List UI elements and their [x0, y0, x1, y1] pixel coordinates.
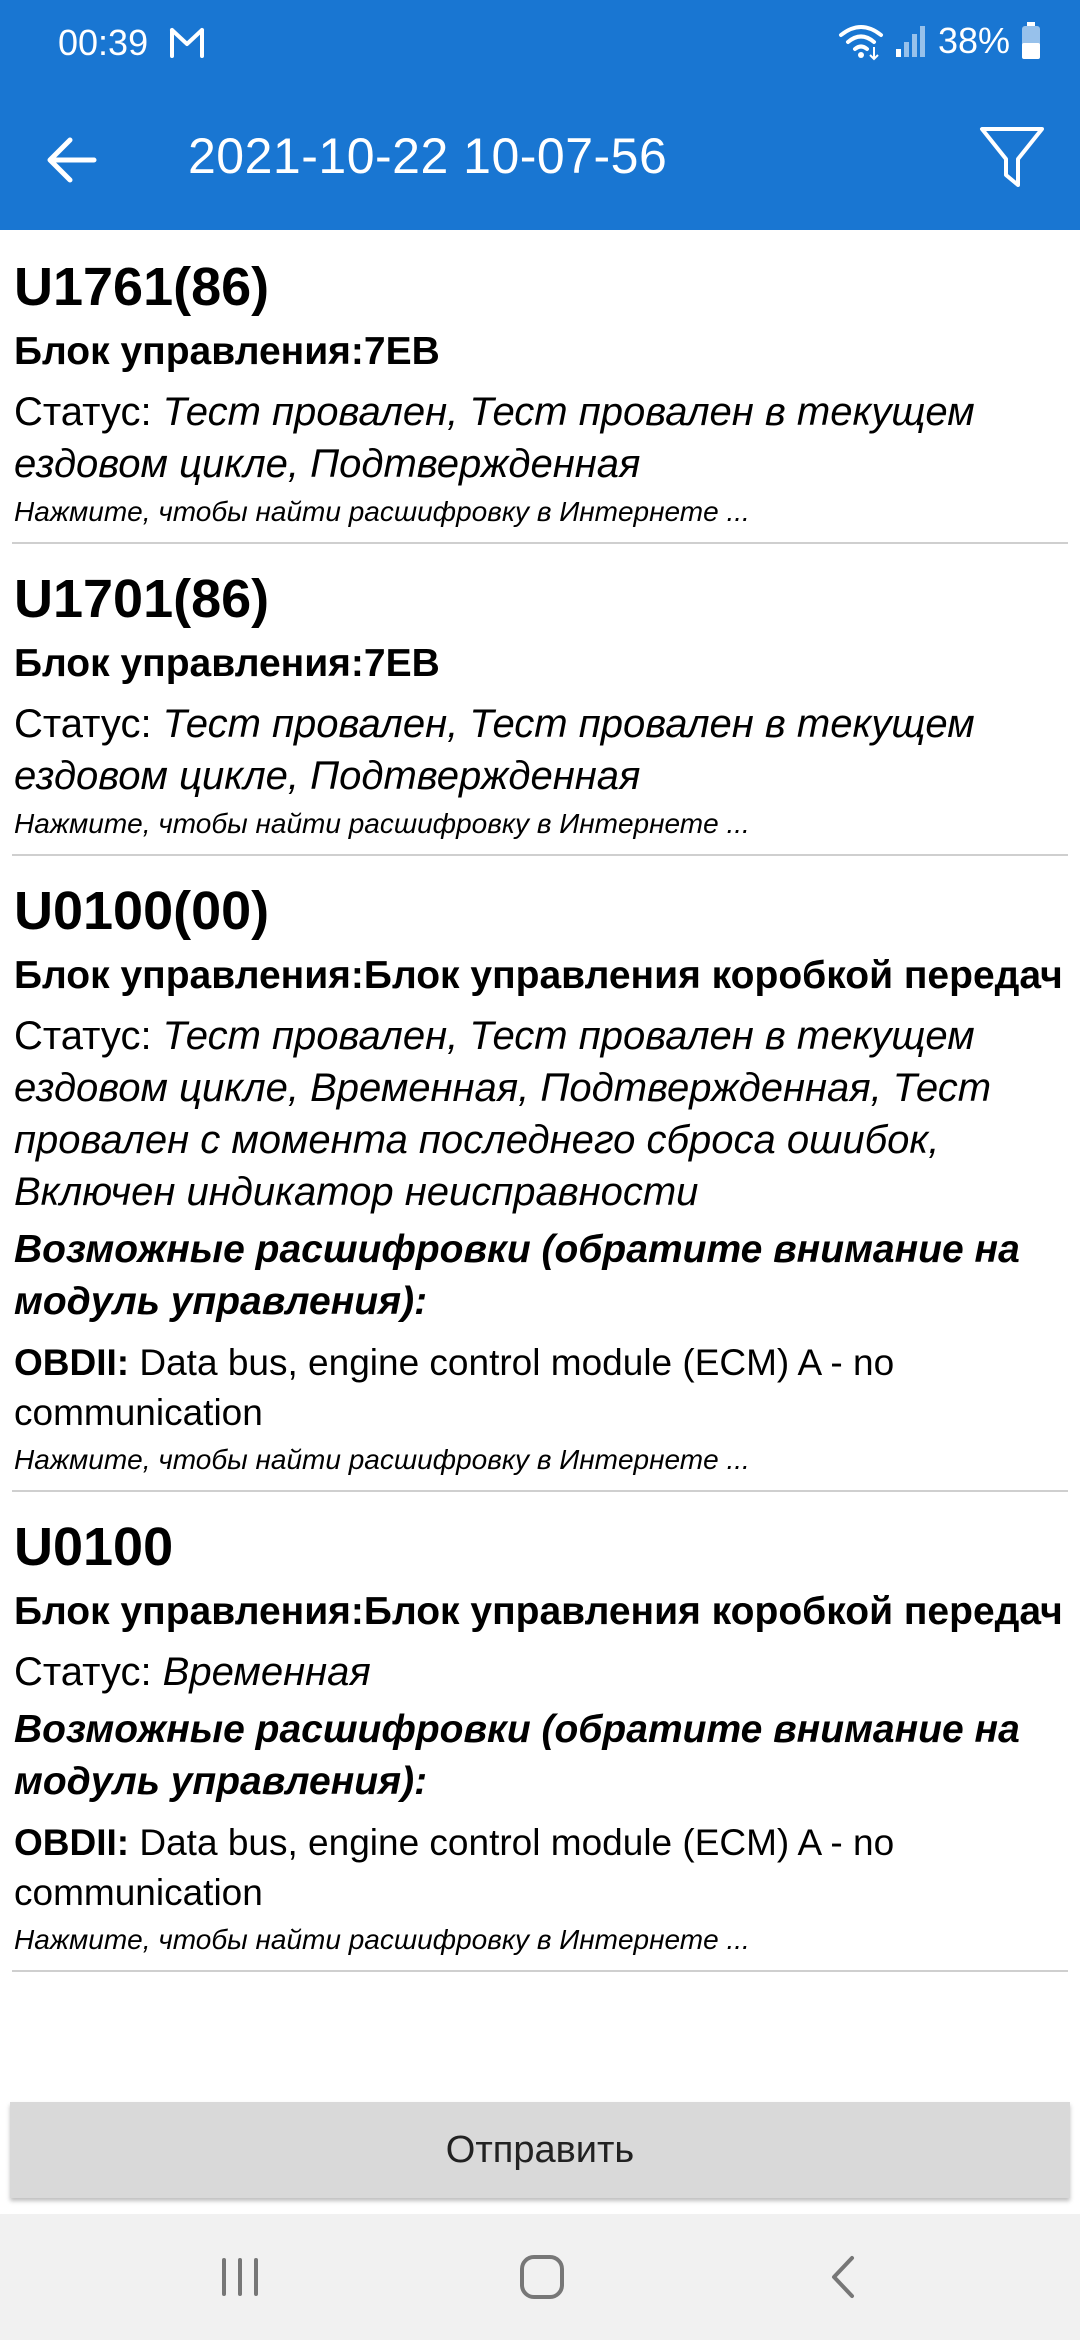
list-item[interactable]: U1701(86) Блок управления:7EB Статус: Те…	[0, 544, 1080, 854]
decoding-entry: OBDII: Data bus, engine control module (…	[14, 1818, 1068, 1918]
system-nav-bar	[0, 2214, 1080, 2340]
status-label: Статус:	[14, 1650, 163, 1694]
list-item[interactable]: U0100(00) Блок управления:Блок управлени…	[0, 856, 1080, 1490]
status-label: Статус:	[14, 390, 163, 434]
decoding-source: OBDII:	[14, 1342, 130, 1383]
search-hint-link[interactable]: Нажмите, чтобы найти расшифровку в Интер…	[14, 1922, 1068, 1970]
status-indicators: 38%	[838, 20, 1042, 62]
search-hint-link[interactable]: Нажмите, чтобы найти расшифровку в Интер…	[14, 494, 1068, 542]
back-arrow-icon[interactable]	[40, 125, 110, 195]
status-bar: 00:39 38%	[0, 0, 1080, 85]
decoding-entry: OBDII: Data bus, engine control module (…	[14, 1338, 1068, 1438]
search-hint-link[interactable]: Нажмите, чтобы найти расшифровку в Интер…	[14, 806, 1068, 854]
decoding-source: OBDII:	[14, 1822, 130, 1863]
status-label: Статус:	[14, 1014, 163, 1058]
error-code: U1701(86)	[14, 569, 270, 629]
possible-decodings-heading: Возможные расшифровки (обратите внимание…	[14, 1228, 1020, 1323]
toolbar: 2021-10-22 10-07-56	[0, 105, 1080, 215]
error-code: U1761(86)	[14, 257, 270, 317]
decoding-text: Data bus, engine control module (ECM) A …	[14, 1822, 895, 1913]
send-button[interactable]: Отправить	[10, 2102, 1070, 2198]
filter-icon[interactable]	[974, 117, 1050, 197]
signal-icon	[895, 26, 925, 57]
battery-icon	[1022, 22, 1040, 59]
send-button-wrap: Отправить	[10, 2102, 1070, 2198]
error-list: U1761(86) Блок управления:7EB Статус: Те…	[0, 232, 1080, 1972]
status-value: Временная	[162, 1650, 371, 1694]
status-label: Статус:	[14, 702, 163, 746]
status-line: Статус: Временная	[14, 1646, 1068, 1698]
error-code: U0100(00)	[14, 881, 270, 941]
page-title: 2021-10-22 10-07-56	[188, 128, 668, 184]
status-line: Статус: Тест провален, Тест провален в т…	[14, 386, 1068, 490]
status-line: Статус: Тест провален, Тест провален в т…	[14, 698, 1068, 802]
control-block: Блок управления:7EB	[14, 330, 440, 373]
home-icon[interactable]	[512, 2252, 572, 2302]
error-code: U0100	[14, 1517, 174, 1577]
control-block: Блок управления:Блок управления коробкой…	[14, 954, 1063, 997]
list-item[interactable]: U0100 Блок управления:Блок управления ко…	[0, 1492, 1080, 1970]
control-block: Блок управления:7EB	[14, 642, 440, 685]
possible-decodings-heading: Возможные расшифровки (обратите внимание…	[14, 1708, 1020, 1803]
status-time: 00:39	[58, 22, 149, 63]
search-hint-link[interactable]: Нажмите, чтобы найти расшифровку в Интер…	[14, 1442, 1068, 1490]
status-line: Статус: Тест провален, Тест провален в т…	[14, 1010, 1068, 1218]
recents-icon[interactable]	[210, 2252, 270, 2302]
app-bar: 00:39 38% 2021-10-22 10-07-56	[0, 0, 1080, 230]
divider	[12, 1970, 1068, 1972]
gmail-icon	[170, 28, 204, 58]
decoding-text: Data bus, engine control module (ECM) A …	[14, 1342, 895, 1433]
wifi-icon	[838, 25, 883, 61]
list-item[interactable]: U1761(86) Блок управления:7EB Статус: Те…	[0, 232, 1080, 542]
back-icon[interactable]	[814, 2252, 874, 2302]
control-block: Блок управления:Блок управления коробкой…	[14, 1590, 1063, 1633]
battery-percent: 38%	[937, 20, 1010, 61]
